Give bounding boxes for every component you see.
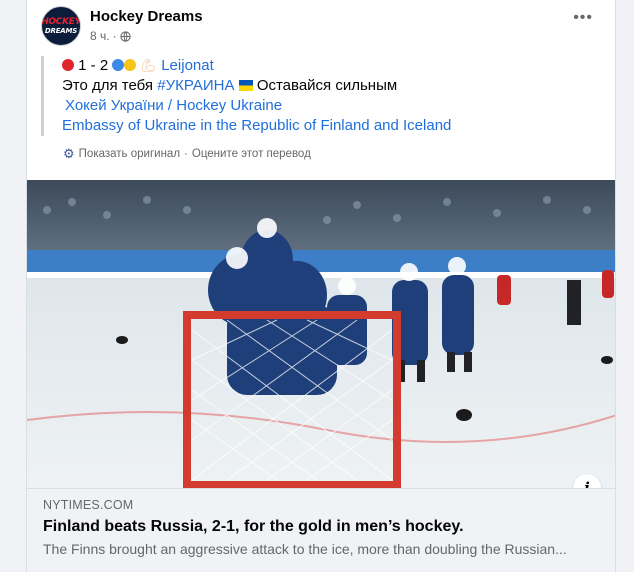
link-title[interactable]: Finland beats Russia, 2-1, for the gold …	[43, 518, 601, 536]
flexed-biceps-icon: 💪︎	[140, 58, 158, 73]
translation-separator: ·	[184, 148, 188, 160]
post-line-mention2: Embassy of Ukraine in the Republic of Fi…	[62, 116, 601, 136]
post-time[interactable]: 8 ч.	[90, 29, 110, 43]
hashtag-link[interactable]: #УКРАИНА	[157, 77, 234, 94]
show-original-link[interactable]: Показать оригинал	[79, 148, 180, 160]
translation-bar: ⚙ Показать оригинал · Оцените этот перев…	[63, 146, 311, 162]
line2-prefix: Это для тебя	[62, 77, 154, 94]
ukraine-flag-icon	[238, 80, 253, 91]
more-options-icon[interactable]: •••	[573, 10, 593, 26]
link-description: The Finns brought an aggressive attack t…	[43, 541, 567, 557]
link-domain: NYTIMES.COM	[43, 498, 134, 512]
yellow-circle-icon	[124, 59, 137, 71]
page-avatar[interactable]: HOCKEY DREAMS	[41, 6, 81, 46]
post-meta: 8 ч. ·	[90, 29, 131, 43]
post-line-score: 1 - 2 💪︎ Leijonat	[62, 56, 601, 76]
line2-suffix: Оставайся сильным	[256, 77, 398, 94]
avatar-logo-text-top: HOCKEY	[41, 16, 81, 27]
article-photo[interactable]: i	[27, 180, 615, 488]
page-name[interactable]: Hockey Dreams	[90, 8, 203, 25]
rate-translation-link[interactable]: Оцените этот перевод	[192, 148, 311, 160]
globe-icon	[119, 30, 131, 42]
mention-embassy-link[interactable]: Embassy of Ukraine in the Republic of Fi…	[62, 117, 451, 134]
avatar-logo-text-bottom: DREAMS	[44, 26, 78, 35]
mention-hockey-ukraine-link[interactable]: Хокей України / Hockey Ukraine	[65, 97, 282, 114]
post-line-ukraine: Это для тебя #УКРАИНА Оставайся сильным	[62, 76, 601, 96]
post-card: HOCKEY DREAMS Hockey Dreams 8 ч. · ••• 1…	[26, 0, 616, 572]
team-tag-link[interactable]: Leijonat	[161, 57, 214, 74]
post-body: 1 - 2 💪︎ Leijonat Это для тебя #УКРАИНА …	[41, 56, 601, 136]
blue-circle-icon	[112, 59, 125, 71]
hockey-celebration-image	[27, 180, 615, 488]
link-preview[interactable]: NYTIMES.COM Finland beats Russia, 2-1, f…	[27, 488, 615, 572]
post-line-mention1: Хокей України / Hockey Ukraine	[62, 96, 601, 116]
red-circle-icon	[62, 59, 74, 71]
score-text: 1 - 2	[78, 57, 109, 74]
gear-icon: ⚙	[63, 146, 75, 161]
meta-separator: ·	[112, 29, 117, 43]
